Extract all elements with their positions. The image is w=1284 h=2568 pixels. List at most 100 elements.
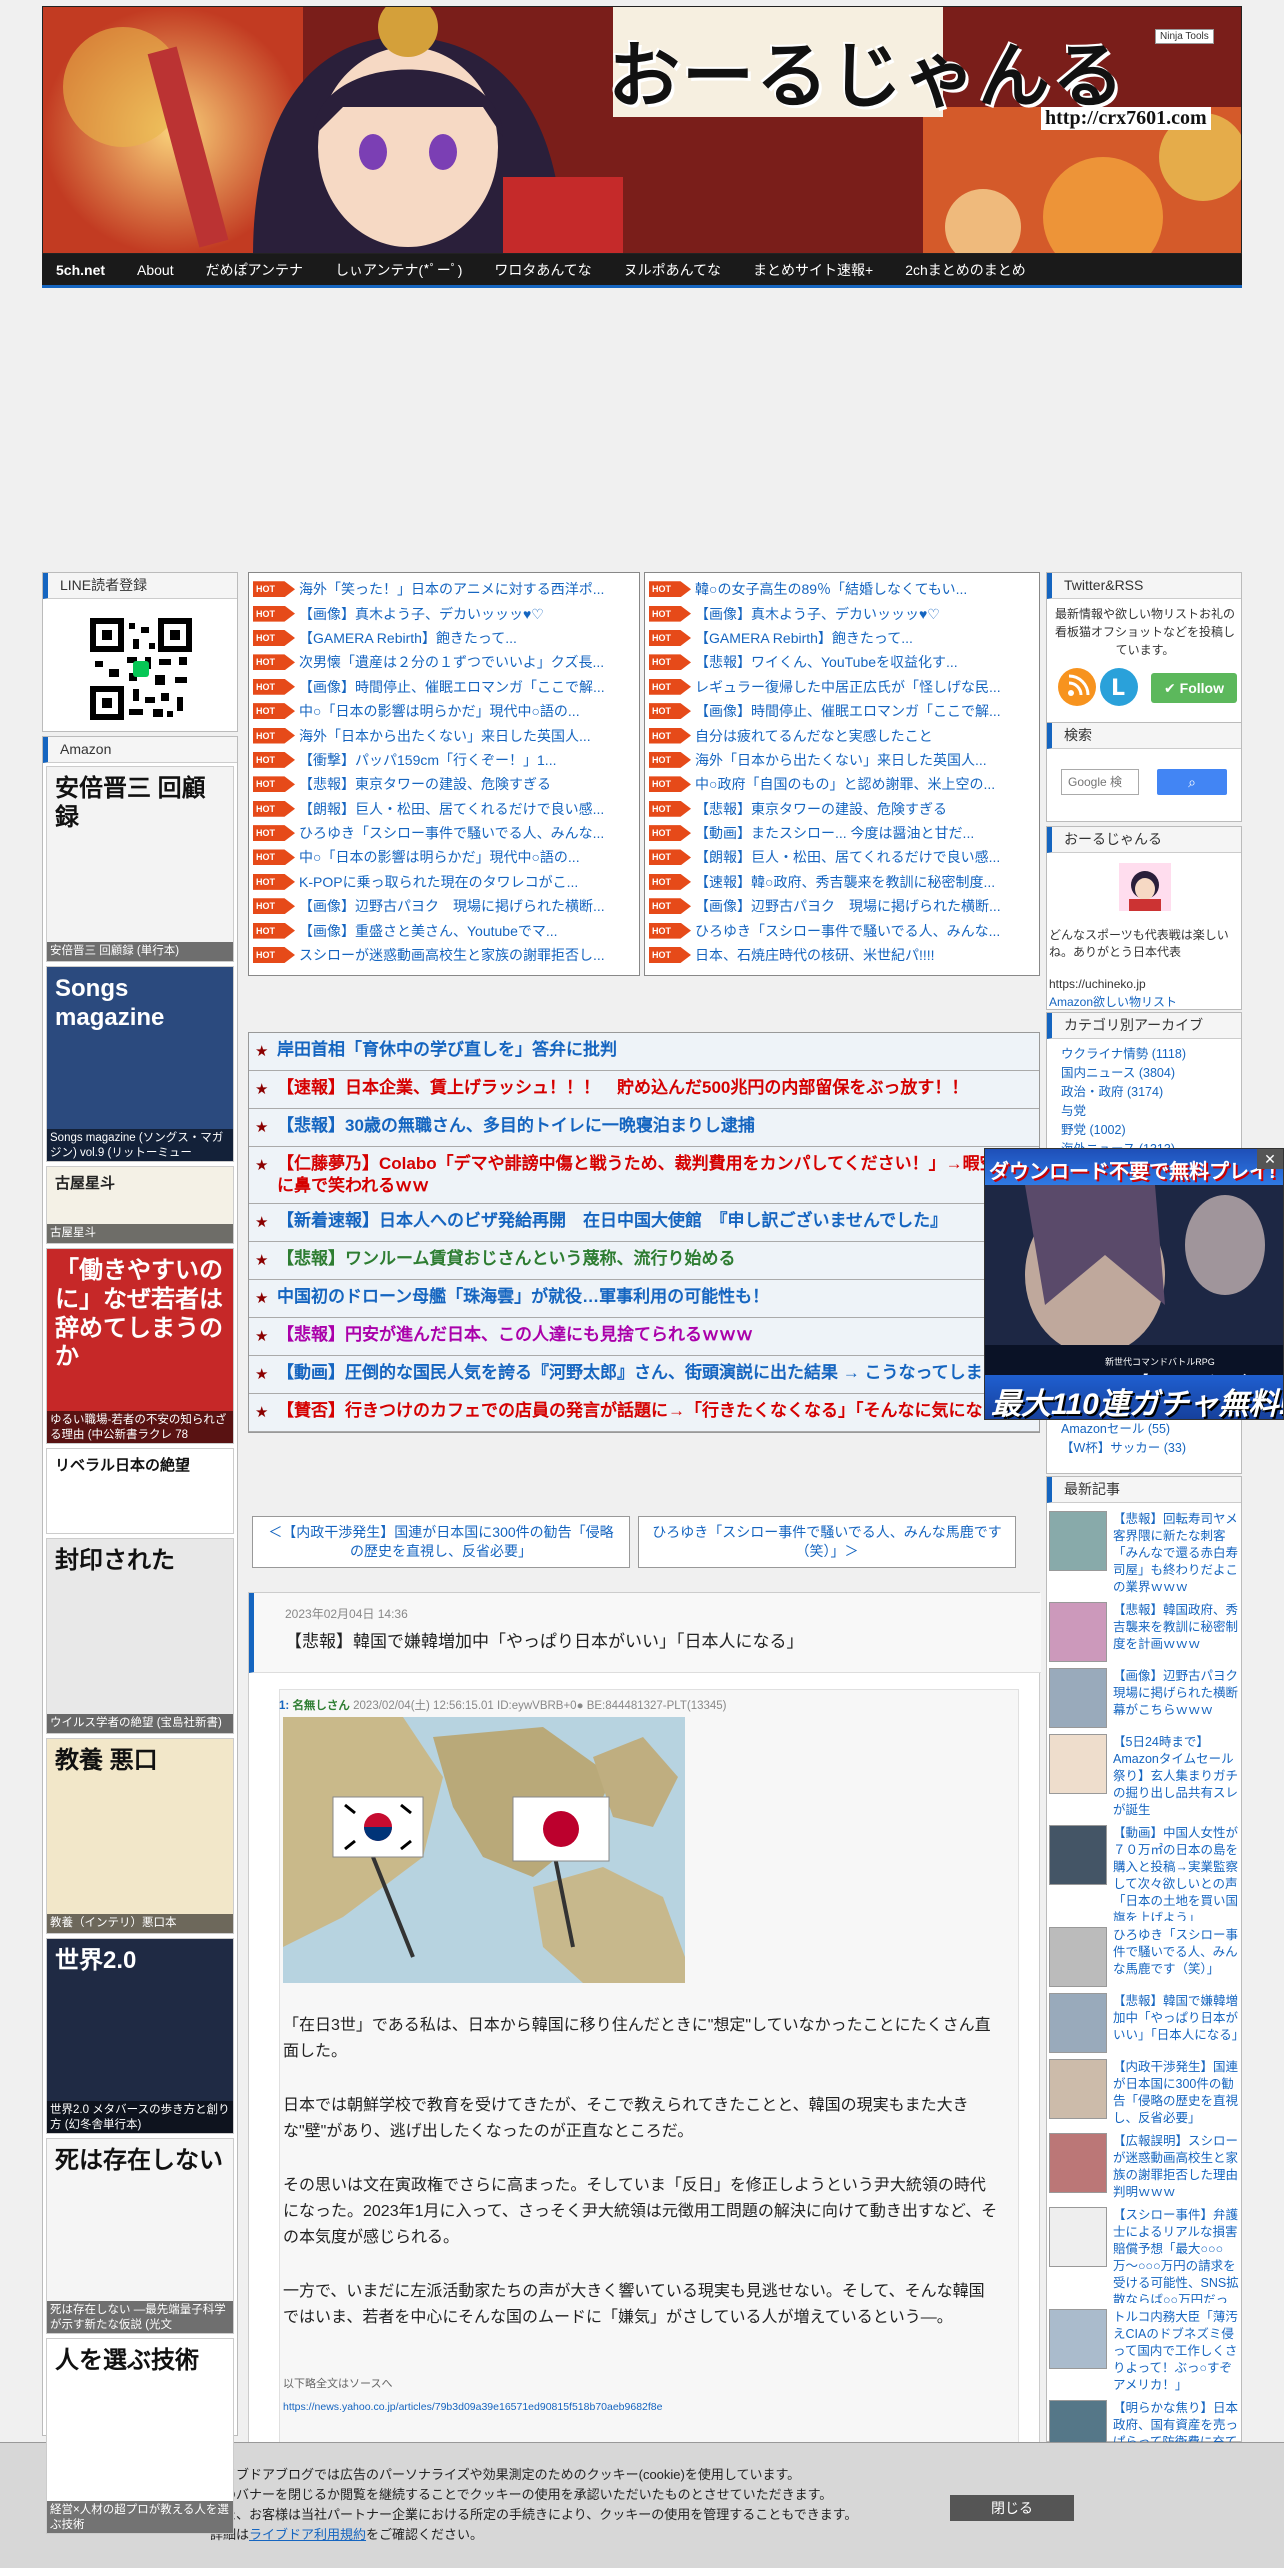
antenna-item[interactable]: HOT 中○「日本の影響は明らかだ」現代中○語の... xyxy=(253,845,635,869)
antenna-item[interactable]: HOT 海外「日本から出たくない」来日した英国人... xyxy=(253,723,635,747)
prev-article-link[interactable]: ＜【内政干渉発生】国連が日本国に300件の勧告「侵略の歴史を直視し、反省必要」 xyxy=(252,1516,630,1568)
antenna-item[interactable]: HOT レギュラー復帰した中居正広氏が「怪しげな民... xyxy=(649,675,1035,699)
archive-category[interactable]: ウクライナ情勢 (1118) xyxy=(1047,1045,1243,1064)
next-article-link[interactable]: ひろゆき「スシロー事件で騒いでる人、みんな馬鹿です（笑）」＞ xyxy=(638,1516,1016,1568)
recent-article-item[interactable]: 【スシロー事件】弁護士によるリアルな損害賠償予想「最大○○○万〜○○○万円の請求… xyxy=(1049,2207,1239,2303)
antenna-item[interactable]: HOT スシローが迷惑動画高校生と家族の謝罪拒否し... xyxy=(253,943,635,967)
antenna-item[interactable]: HOT 【画像】時間停止、催眠エロマンガ「ここで解... xyxy=(253,675,635,699)
book-item[interactable]: 古屋星斗 古屋星斗 xyxy=(46,1166,234,1244)
nav-item-matome-matome[interactable]: 2chまとめのまとめ xyxy=(905,260,1026,280)
antenna-item[interactable]: HOT 【悲報】ワイくん、YouTubeを収益化す... xyxy=(649,650,1035,674)
antenna-item[interactable]: HOT 【画像】辺野古パヨク 現場に掲げられた横断... xyxy=(649,894,1035,918)
antenna-item[interactable]: HOT 【画像】重盛さと美さん、Youtubeでマ... xyxy=(253,918,635,942)
antenna-item[interactable]: HOT 中○「日本の影響は明らかだ」現代中○語の... xyxy=(253,699,635,723)
recent-article-item[interactable]: 【5日24時まで】Amazonタイムセール祭り】玄人集まりガチの掘り出し品共有ス… xyxy=(1049,1734,1239,1819)
featured-item[interactable]: 【賛否】行きつけのカフェでの店員の発言が話題に→「行きたくなくなる」「そんなに気… xyxy=(249,1394,1039,1432)
book-item[interactable]: 封印された ウイルス学者の絶望 (宝島社新書) xyxy=(46,1538,234,1734)
antenna-item[interactable]: HOT 日本、石焼庄時代の核研、米世紀パ!!!! xyxy=(649,943,1035,967)
profile-link-site[interactable]: https://uchineko.jp xyxy=(1049,977,1146,991)
recent-article-item[interactable]: ひろゆき「スシロー事件で騒いでる人、みんな馬鹿です（笑）」 xyxy=(1049,1927,1239,1987)
antenna-item[interactable]: HOT 【悲報】東京タワーの建設、危険すぎる xyxy=(253,772,635,796)
featured-item[interactable]: 【悲報】ワンルーム賃貸おじさんという蔑称、流行り始める xyxy=(249,1242,1039,1280)
antenna-item[interactable]: HOT 自分は疲れてるんだなと実感したこと xyxy=(649,723,1035,747)
archive-category[interactable]: Amazonセール (55) xyxy=(1047,1420,1243,1439)
book-item[interactable]: 世界2.0 世界2.0 メタバースの歩き方と創り方 (幻冬舎単行本) xyxy=(46,1938,234,2134)
ninja-tools-badge[interactable]: Ninja Tools xyxy=(1155,29,1214,44)
search-input[interactable] xyxy=(1061,769,1139,795)
antenna-item[interactable]: HOT 【画像】辺野古パヨク 現場に掲げられた横断... xyxy=(253,894,635,918)
rss-icons[interactable]: L xyxy=(1057,665,1147,709)
book-item[interactable]: 「働きやすいのに」なぜ若者は辞めてしまうのか ゆるい職場-若者の不安の知られざる理… xyxy=(46,1248,234,1444)
featured-item[interactable]: 【新着速報】日本人へのビザ発給再開 在日中国大使館 『申し訳ございませんでした』 xyxy=(249,1204,1039,1242)
antenna-item[interactable]: HOT 海外「笑った！」日本のアニメに対する西洋ポ... xyxy=(253,577,635,601)
featured-item[interactable]: 【仁藤夢乃】Colabo「デマや誹謗中傷と戦うため、裁判費用をカンパしてください… xyxy=(249,1147,1039,1204)
archive-category[interactable]: 与党 xyxy=(1047,1102,1243,1121)
antenna-item[interactable]: HOT K-POPに乗っ取られた現在のタワレコがこ... xyxy=(253,870,635,894)
cookie-terms-link[interactable]: ライブドア利用規約 xyxy=(249,2527,366,2542)
antenna-item[interactable]: HOT 次男懐「遺産は２分の１ずつでいいよ」クズ長... xyxy=(253,650,635,674)
antenna-item[interactable]: HOT 【動画】またスシロー... 今度は醤油と甘だ... xyxy=(649,821,1035,845)
nav-item-shii[interactable]: しぃアンテナ(*ﾟーﾟ) xyxy=(335,260,462,280)
article-title[interactable]: 【悲報】韓国で嫌韓増加中「やっぱり日本がいい」「日本人になる」 xyxy=(285,1627,804,1652)
antenna-item[interactable]: HOT 【朗報】巨人・松田、居てくれるだけで良い感... xyxy=(253,797,635,821)
article-image-flags[interactable] xyxy=(283,1717,685,1983)
archive-category[interactable]: 野党 (1002) xyxy=(1047,1121,1243,1140)
nav-item-nurupo[interactable]: ヌルポあんてな xyxy=(624,260,721,280)
antenna-item[interactable]: HOT 韓○の女子高生の89％「結婚しなくてもい... xyxy=(649,577,1035,601)
book-item[interactable]: 死は存在しない 死は存在しない ―最先端量子科学が示す新たな仮説 (光文 xyxy=(46,2138,234,2334)
nav-item-5ch[interactable]: 5ch.net xyxy=(56,262,105,278)
post-name: 名無しさん xyxy=(292,1700,350,1712)
nav-item-matome-plus[interactable]: まとめサイト速報+ xyxy=(753,260,873,280)
recent-article-item[interactable]: 【悲報】回転寿司ヤメ客界隈に新たな刺客「みんなで還る赤白寿司屋」も終わりだよこの… xyxy=(1049,1511,1239,1596)
recent-article-item[interactable]: 【悲報】韓国政府、秀吉襲来を教訓に秘密制度を計画ｗｗｗ xyxy=(1049,1602,1239,1662)
antenna-item[interactable]: HOT 【画像】時間停止、催眠エロマンガ「ここで解... xyxy=(649,699,1035,723)
source-link[interactable]: https://news.yahoo.co.jp/articles/79b3d0… xyxy=(283,2401,662,2413)
archive-category[interactable]: 政治・政府 (3174) xyxy=(1047,1083,1243,1102)
game-ad-overlay[interactable]: ダウンロード不要で無料プレイ! ✕ 新世代コマンドバトルRPG ソウルメイテン … xyxy=(984,1148,1284,1420)
antenna-item[interactable]: HOT 海外「日本から出たくない」来日した英国人... xyxy=(649,748,1035,772)
featured-item[interactable]: 【動画】圧倒的な国民人気を誇る『河野太郎』さん、街頭演説に出た結果 → こうなっ… xyxy=(249,1356,1039,1394)
book-item[interactable]: Songs magazine Songs magazine (ソングス・マガジン)… xyxy=(46,966,234,1162)
antenna-item[interactable]: HOT 【画像】真木よう子、デカいッッッ♥♡ xyxy=(649,601,1035,625)
antenna-item[interactable]: HOT 【衝撃】パッパ159cm「行くぞー！」1... xyxy=(253,748,635,772)
featured-item[interactable]: 【速報】日本企業、賃上げラッシュ！！！ 貯め込んだ500兆円の内部留保をぶっ放す… xyxy=(249,1071,1039,1109)
qr-code-icon[interactable] xyxy=(89,617,193,721)
antenna-item[interactable]: HOT 【GAMERA Rebirth】飽きたって... xyxy=(253,626,635,650)
antenna-item[interactable]: HOT 【GAMERA Rebirth】飽きたって... xyxy=(649,626,1035,650)
featured-item[interactable]: 【悲報】30歳の無職さん、多目的トイレに一晩寝泊まりし逮捕 xyxy=(249,1109,1039,1147)
recent-article-item[interactable]: トルコ内務大臣「薄汚えCIAのドブネズミ侵って国内で工作しくさりよって！ぶっ○す… xyxy=(1049,2309,1239,2394)
recent-article-item[interactable]: 【悲報】韓国で嫌韓増加中「やっぱり日本がいい」「日本人になる」 xyxy=(1049,1993,1239,2053)
book-item[interactable]: リベラル日本の絶望 xyxy=(46,1448,234,1534)
nav-item-about[interactable]: About xyxy=(137,262,174,278)
follow-button[interactable]: ✔ Follow xyxy=(1151,673,1237,703)
book-item[interactable]: 人を選ぶ技術 経営×人材の超プロが教える人を選ぶ技術 xyxy=(46,2338,234,2534)
recent-article-item[interactable]: 【動画】中国人女性が７０万㎡の日本の島を購入と投稿→実業監察して次々欲しいとの声… xyxy=(1049,1825,1239,1921)
archive-category[interactable]: 【W杯】サッカー (33) xyxy=(1047,1439,1243,1458)
featured-item[interactable]: 中国初のドローン母艦「珠海雲」が就役…軍事利用の可能性も！ xyxy=(249,1280,1039,1318)
antenna-item[interactable]: HOT ひろゆき「スシロー事件で騒いでる人、みんな... xyxy=(253,821,635,845)
nav-item-warota[interactable]: ワロタあんてな xyxy=(494,260,591,280)
site-banner[interactable]: おーるじゃんる http://crx7601.com Ninja Tools xyxy=(42,6,1242,254)
profile-link-wishlist[interactable]: Amazon欲しい物リスト xyxy=(1049,993,1177,1010)
featured-item[interactable]: 【悲報】円安が進んだ日本、この人達にも見捨てられるｗｗｗ xyxy=(249,1318,1039,1356)
antenna-item[interactable]: HOT ひろゆき「スシロー事件で騒いでる人、みんな... xyxy=(649,918,1035,942)
antenna-list-right: HOT 韓○の女子高生の89％「結婚しなくてもい... HOT 【画像】真木よう子、デ… xyxy=(644,572,1040,976)
book-item[interactable]: 教養 悪口 教養（インテリ）悪口本 xyxy=(46,1738,234,1934)
featured-item[interactable]: 岸田首相「育休中の学び直しを」答弁に批判 xyxy=(249,1033,1039,1071)
nav-item-damepo[interactable]: だめぽアンテナ xyxy=(206,260,303,280)
recent-article-item[interactable]: 【内政干渉発生】国連が日本国に300件の勧告「侵略の歴史を直視し、反省必要」 xyxy=(1049,2059,1239,2127)
ad-close-button[interactable]: ✕ xyxy=(1257,1149,1283,1169)
antenna-item[interactable]: HOT 【画像】真木よう子、デカいッッッ♥♡ xyxy=(253,601,635,625)
book-item[interactable]: 安倍晋三 回顧録 安倍晋三 回顧録 (単行本) xyxy=(46,766,234,962)
search-button[interactable]: ⌕ xyxy=(1157,769,1227,795)
antenna-item[interactable]: HOT 【速報】韓○政府、秀吉襲来を教訓に秘密制度... xyxy=(649,870,1035,894)
cookie-close-button[interactable]: 閉じる xyxy=(950,2495,1074,2521)
archive-category[interactable]: 国内ニュース (3804) xyxy=(1047,1064,1243,1083)
recent-article-item[interactable]: 【広報誤明】スシローが迷惑動画高校生と家族の謝罪拒否した理由判明ｗｗｗ xyxy=(1049,2133,1239,2201)
article-paragraph-1: 「在日3世」である私は、日本から韓国に移り住んだときに"想定"していなかったこと… xyxy=(283,2017,991,2060)
recent-article-item[interactable]: 【画像】辺野古パヨク 現場に掲げられた横断幕がこちらｗｗｗ xyxy=(1049,1668,1239,1728)
antenna-item[interactable]: HOT 【悲報】東京タワーの建設、危険すぎる xyxy=(649,797,1035,821)
antenna-item[interactable]: HOT 【朗報】巨人・松田、居てくれるだけで良い感... xyxy=(649,845,1035,869)
antenna-item[interactable]: HOT 中○政府「自国のもの」と認め謝罪、米上空の... xyxy=(649,772,1035,796)
hot-badge-icon: HOT xyxy=(253,727,295,744)
